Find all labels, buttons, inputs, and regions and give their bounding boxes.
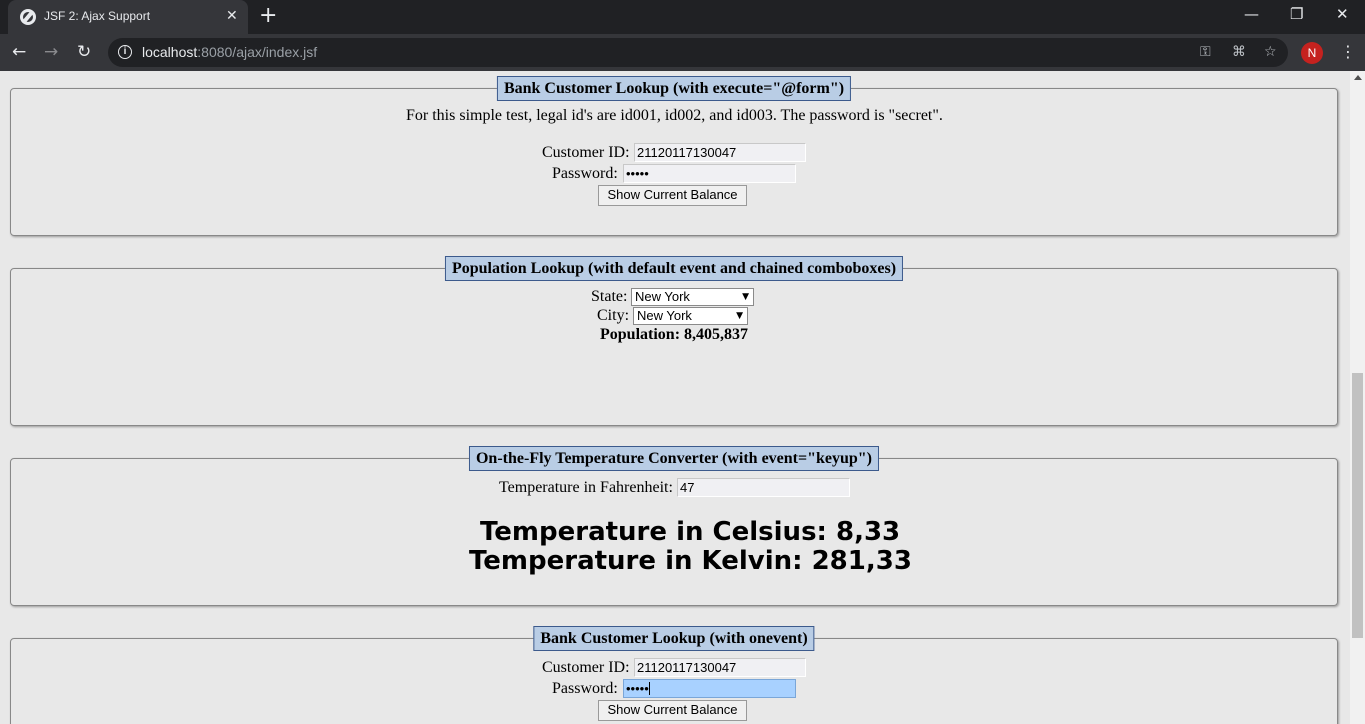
key-icon[interactable]: ⚿ [1200, 43, 1211, 61]
page-viewport: Bank Customer Lookup (with execute="@for… [0, 71, 1350, 724]
page-scrollbar[interactable] [1350, 71, 1365, 724]
celsius-result: Temperature in Celsius: 8,33 [480, 517, 901, 547]
window-close-icon[interactable]: ✕ [1336, 5, 1349, 23]
password-label: Password: [552, 680, 618, 697]
kelvin-result: Temperature in Kelvin: 281,33 [469, 546, 912, 576]
scrollbar-thumb[interactable] [1352, 373, 1363, 638]
dropdown-arrow-icon: ▼ [736, 311, 743, 321]
reload-icon[interactable]: ↻ [77, 42, 91, 62]
kebab-menu-icon[interactable]: ⋮ [1340, 42, 1356, 62]
bookmark-star-icon[interactable]: ☆ [1264, 43, 1277, 61]
url-path: :8080/ajax/index.jsf [197, 44, 318, 60]
state-select[interactable]: New York ▼ [631, 288, 754, 306]
panel-legend: Population Lookup (with default event an… [444, 256, 904, 281]
profile-avatar[interactable]: N [1301, 42, 1323, 64]
state-label: State: [591, 288, 628, 305]
tab-close-icon[interactable]: ✕ [226, 8, 238, 24]
show-balance-button[interactable]: Show Current Balance [598, 185, 747, 206]
panel-legend: Bank Customer Lookup (with onevent) [533, 626, 815, 651]
city-select[interactable]: New York ▼ [633, 307, 748, 325]
dropdown-arrow-icon: ▼ [742, 292, 749, 302]
password-label: Password: [552, 165, 618, 182]
scroll-up-arrow-icon[interactable] [1354, 75, 1362, 80]
url-host: localhost [142, 44, 198, 60]
bank-lookup-onevent-panel: Bank Customer Lookup (with onevent) Cust… [10, 626, 1338, 724]
globe-icon [20, 9, 36, 25]
tab-title: JSF 2: Ajax Support [44, 9, 151, 23]
browser-toolbar: ← → ↻ i localhost:8080/ajax/index.jsf ⚿ … [0, 34, 1365, 71]
panel-legend: On-the-Fly Temperature Converter (with e… [468, 446, 880, 471]
customer-id-label: Customer ID: [542, 659, 630, 676]
fahrenheit-label: Temperature in Fahrenheit: [499, 479, 673, 496]
temperature-converter-panel: On-the-Fly Temperature Converter (with e… [10, 446, 1338, 606]
minimize-icon[interactable]: — [1244, 5, 1259, 23]
new-tab-icon[interactable]: + [259, 4, 277, 28]
customer-id-input[interactable]: 21120117130047 [634, 143, 806, 162]
city-label: City: [597, 307, 630, 324]
text-caret [648, 682, 650, 695]
city-selected-value: New York [637, 308, 692, 323]
population-lookup-panel: Population Lookup (with default event an… [10, 256, 1338, 426]
customer-id-label: Customer ID: [542, 144, 630, 161]
password-input-focused[interactable]: ••••• [623, 679, 796, 698]
show-balance-button[interactable]: Show Current Balance [598, 700, 747, 721]
password-value: ••••• [626, 681, 649, 696]
customer-id-input[interactable]: 21120117130047 [634, 658, 806, 677]
url-text[interactable]: localhost:8080/ajax/index.jsf [142, 44, 317, 60]
panel-legend: Bank Customer Lookup (with execute="@for… [496, 76, 852, 101]
address-bar[interactable]: i localhost:8080/ajax/index.jsf ⚿ ⌘ ☆ [108, 38, 1288, 67]
back-arrow-icon[interactable]: ← [12, 42, 26, 62]
state-selected-value: New York [635, 289, 690, 304]
password-input[interactable]: ••••• [623, 164, 796, 183]
population-result: Population: 8,405,837 [600, 326, 749, 343]
forward-arrow-icon[interactable]: → [44, 42, 58, 62]
browser-tab[interactable]: JSF 2: Ajax Support ✕ [8, 0, 248, 34]
info-icon[interactable]: i [118, 45, 132, 59]
translate-icon[interactable]: ⌘ [1232, 43, 1246, 61]
fahrenheit-input[interactable]: 47 [677, 478, 850, 497]
restore-icon[interactable]: ❐ [1290, 5, 1303, 23]
tab-strip: JSF 2: Ajax Support ✕ + — ❐ ✕ [0, 0, 1365, 34]
instructions-text: For this simple test, legal id's are id0… [406, 107, 943, 124]
bank-lookup-form-panel: Bank Customer Lookup (with execute="@for… [10, 76, 1338, 236]
